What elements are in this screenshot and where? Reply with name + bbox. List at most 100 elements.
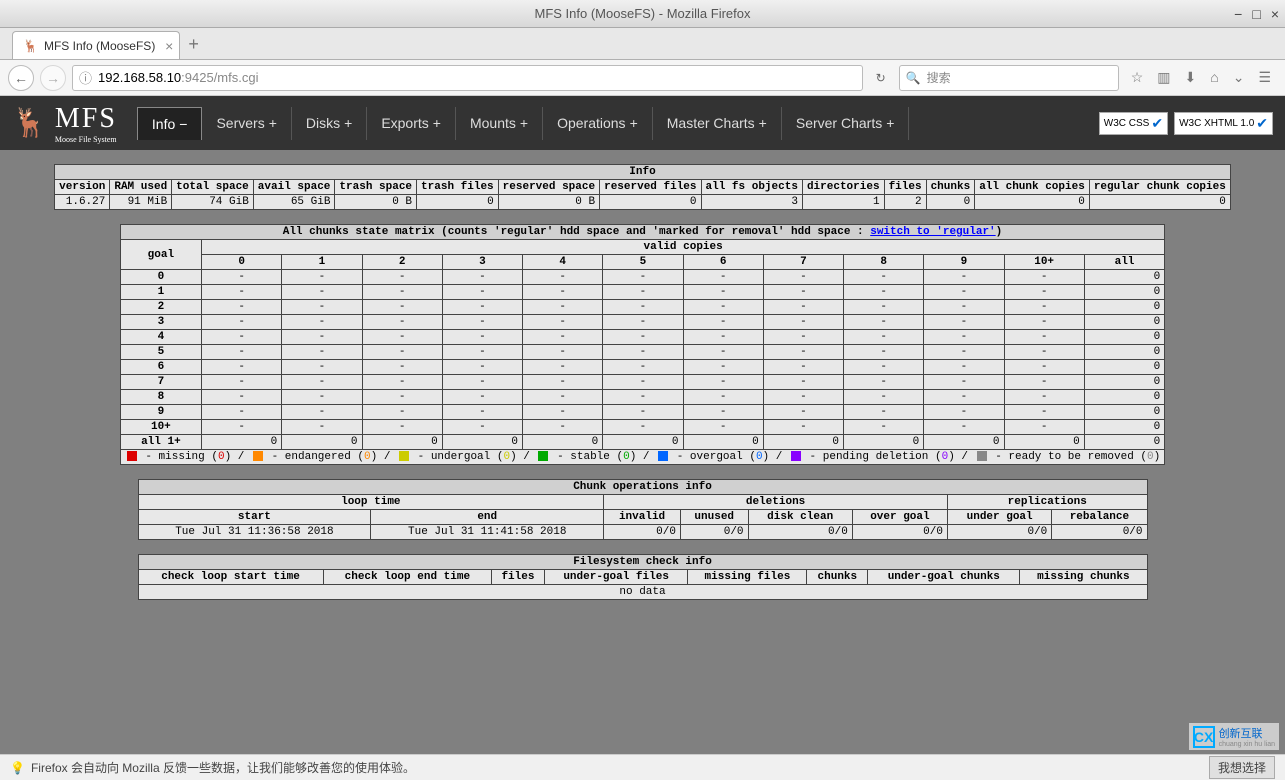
matrix-cell: - [362,300,442,315]
browser-tabbar: 🦌 MFS Info (MooseFS) × + [0,28,1285,60]
matrix-cell: - [924,285,1004,300]
maximize-icon[interactable]: □ [1252,6,1260,22]
info-cell: 0 [600,195,701,210]
footer-choose-button[interactable]: 我想选择 [1209,756,1275,779]
info-cell: 0 [926,195,975,210]
matrix-cell: - [924,360,1004,375]
matrix-col-header: 7 [763,255,843,270]
matrix-cell: - [1004,375,1084,390]
url-bar[interactable]: ⓘ 192.168.58.10:9425/mfs.cgi [72,65,863,91]
fs-nodata: no data [138,585,1147,600]
matrix-cell: - [924,345,1004,360]
matrix-cell: - [442,420,522,435]
info-cell: 1 [802,195,884,210]
matrix-cell: - [362,405,442,420]
matrix-cell: - [844,420,924,435]
matrix-cell: - [362,420,442,435]
footer-bar: 💡 Firefox 会自动向 Mozilla 反馈一些数据，让我们能够改善您的使… [0,754,1285,780]
matrix-cell: - [442,360,522,375]
menu-icon[interactable]: ☰ [1258,69,1271,86]
info-cell: 0 [975,195,1090,210]
nav-tab-mounts[interactable]: Mounts+ [456,107,543,140]
matrix-cell: - [282,420,362,435]
matrix-cell: - [523,300,603,315]
matrix-cell: - [603,405,683,420]
close-window-icon[interactable]: × [1271,6,1279,22]
chunk-ops-cell: 0/0 [947,525,1051,540]
matrix-cell: - [282,405,362,420]
matrix-cell: 0 [763,435,843,450]
w3c-css-badge[interactable]: W3C CSS✔ [1099,112,1168,135]
library-icon[interactable]: ▥ [1157,69,1170,86]
matrix-cell: - [202,360,282,375]
info-cell: 0 [417,195,499,210]
download-icon[interactable]: ⬇ [1185,69,1197,86]
browser-tab[interactable]: 🦌 MFS Info (MooseFS) × [12,31,180,59]
reload-button[interactable]: ↻ [869,71,893,85]
back-button[interactable]: ← [8,65,34,91]
chunk-ops-cell: 0/0 [604,525,681,540]
matrix-cell: - [844,300,924,315]
info-cell: 1.6.27 [55,195,110,210]
matrix-cell: 0 [442,435,522,450]
matrix-cell: - [683,420,763,435]
deletions-header: deletions [604,495,948,510]
matrix-col-header: 2 [362,255,442,270]
info-col-header: reserved space [498,180,599,195]
search-bar[interactable]: 🔍 搜索 [899,65,1119,91]
fs-check-header: files [492,570,545,585]
goal-header: goal [120,240,201,270]
matrix-cell: - [442,330,522,345]
matrix-cell: - [202,345,282,360]
chunk-ops-cell: 0/0 [748,525,852,540]
matrix-cell: - [282,345,362,360]
info-table-title: Info [55,165,1231,180]
chunk-ops-subheader: end [371,510,604,525]
star-icon[interactable]: ☆ [1131,69,1144,86]
matrix-cell: - [683,285,763,300]
matrix-cell: - [763,270,843,285]
nav-tab-exports[interactable]: Exports+ [367,107,456,140]
matrix-cell: 0 [1084,270,1164,285]
matrix-cell: - [683,315,763,330]
nav-tab-master-charts[interactable]: Master Charts+ [653,107,782,140]
minimize-icon[interactable]: − [1234,6,1242,22]
watermark: CX 创新互联 chuang xin hu lian [1189,723,1279,750]
matrix-cell: - [683,270,763,285]
matrix-cell: - [1004,390,1084,405]
nav-tab-servers[interactable]: Servers+ [202,107,291,140]
matrix-cell: - [603,315,683,330]
nav-tab-operations[interactable]: Operations+ [543,107,653,140]
matrix-cell: - [844,270,924,285]
info-table: Info versionRAM usedtotal spaceavail spa… [54,164,1231,210]
forward-button[interactable]: → [40,65,66,91]
close-tab-icon[interactable]: × [165,38,173,54]
chunk-ops-cell: Tue Jul 31 11:41:58 2018 [371,525,604,540]
w3c-xhtml-badge[interactable]: W3C XHTML 1.0✔ [1174,112,1273,135]
matrix-cell: - [1004,315,1084,330]
matrix-row-header: 7 [120,375,201,390]
info-col-header: all fs objects [701,180,802,195]
mfs-logo: 🦌 MFSMoose File System [12,103,117,144]
matrix-cell: - [202,390,282,405]
switch-regular-link[interactable]: switch to 'regular' [870,226,995,238]
matrix-cell: - [844,360,924,375]
url-rest: :9425/mfs.cgi [181,70,258,85]
nav-tab-server-charts[interactable]: Server Charts+ [782,107,910,140]
pocket-icon[interactable]: ⌄ [1233,69,1245,86]
new-tab-button[interactable]: + [188,34,199,59]
home-icon[interactable]: ⌂ [1210,69,1218,86]
chunk-ops-cell: 0/0 [680,525,748,540]
matrix-cell: - [523,285,603,300]
watermark-icon: CX [1193,726,1215,748]
chunk-ops-subheader: invalid [604,510,681,525]
matrix-cell: - [442,375,522,390]
info-cell: 0 B [498,195,599,210]
matrix-cell: - [282,390,362,405]
nav-tab-disks[interactable]: Disks+ [292,107,367,140]
matrix-cell: - [924,390,1004,405]
matrix-cell: - [362,270,442,285]
nav-tab-info[interactable]: Info− [137,107,203,140]
fs-check-header: under-goal files [544,570,688,585]
info-cell: 0 B [335,195,417,210]
